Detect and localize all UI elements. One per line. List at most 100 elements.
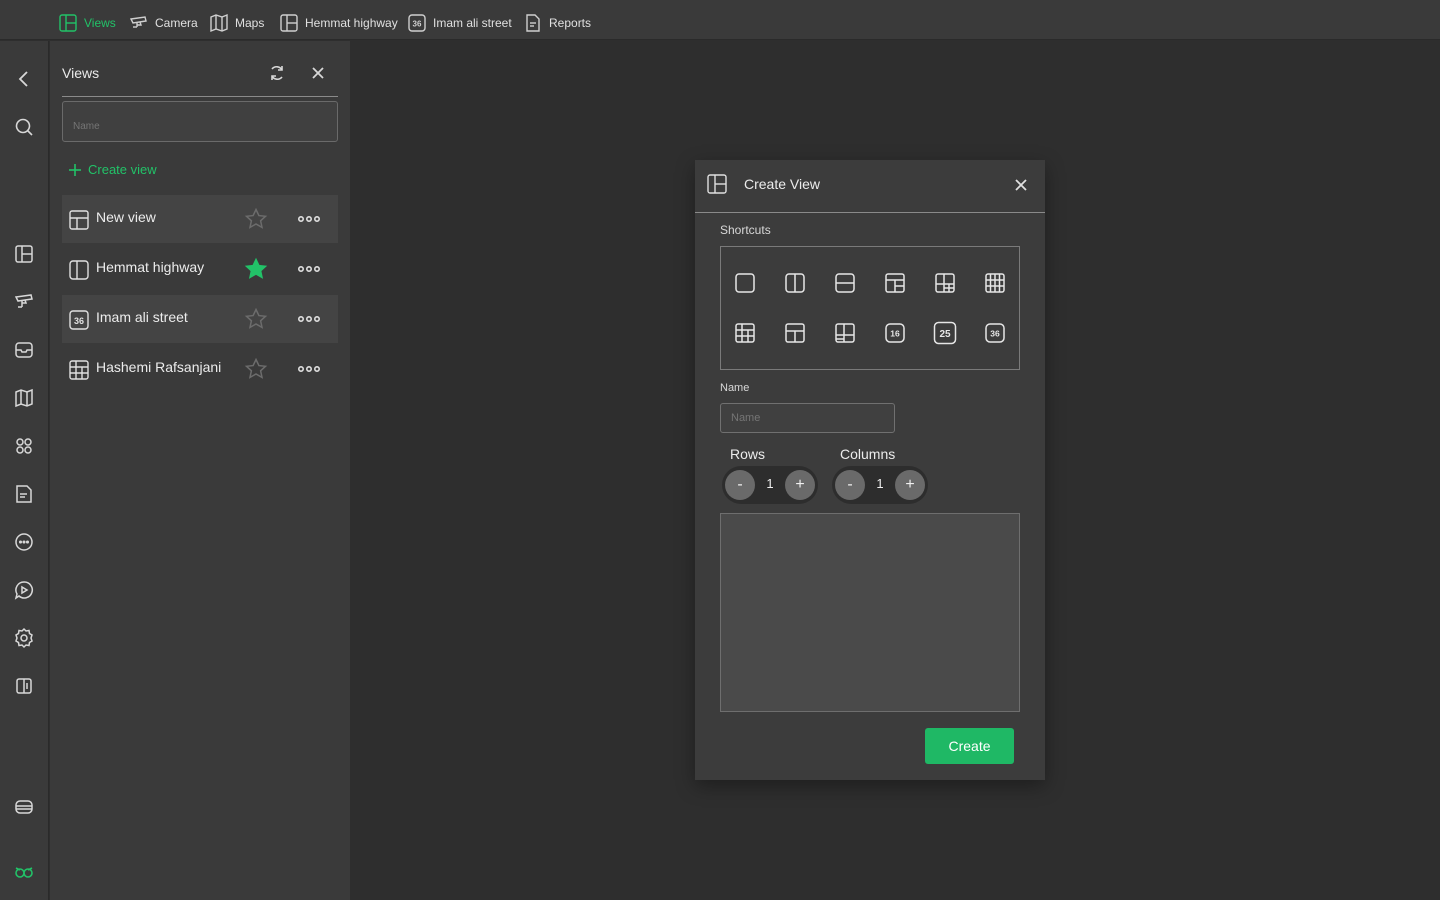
logo-icon[interactable] (12, 860, 36, 884)
layout-grid-small-icon[interactable] (733, 321, 757, 345)
top-tab-bar: Views Camera Maps Hemmat highway 36 Imam… (0, 0, 1440, 40)
close-icon[interactable] (308, 63, 328, 83)
layout-icon (280, 14, 298, 32)
exit-icon[interactable] (12, 674, 36, 698)
svg-text:16: 16 (890, 329, 900, 339)
layout-2col-icon (69, 260, 89, 280)
back-icon[interactable] (12, 67, 36, 91)
rows-stepper: - 1 + (722, 466, 818, 504)
shortcuts-grid: 16 25 36 (720, 246, 1020, 370)
map-icon (210, 13, 228, 33)
view-label: New view (96, 209, 156, 225)
panel-title: Views (62, 65, 100, 81)
rows-value: 1 (766, 476, 774, 491)
layout-left-split-icon[interactable] (833, 321, 857, 345)
more-options-icon[interactable] (296, 209, 322, 229)
layout-icon[interactable] (12, 242, 36, 266)
view-label: Imam ali street (96, 309, 188, 325)
svg-text:36: 36 (74, 316, 84, 326)
search-input[interactable] (62, 101, 338, 142)
view-label: Hashemi Rafsanjani (96, 359, 222, 375)
columns-label: Columns (840, 446, 896, 462)
grid-9-icon (69, 360, 89, 380)
rows-label: Rows (730, 446, 766, 462)
chat-icon[interactable] (12, 530, 36, 554)
layout-2col-icon[interactable] (783, 271, 807, 295)
cctv-camera-icon (129, 16, 147, 28)
tab-label: Maps (235, 16, 265, 30)
tab-views[interactable]: Views (58, 12, 116, 34)
name-label: Name (720, 382, 750, 394)
tab-label: Hemmat highway (305, 16, 398, 30)
apps-icon[interactable] (12, 434, 36, 458)
report-icon (526, 14, 540, 32)
rows-increment-button[interactable]: + (785, 470, 815, 500)
layout-top-split-icon[interactable] (883, 271, 907, 295)
device-icon[interactable] (12, 795, 36, 819)
search-icon[interactable] (12, 115, 36, 139)
tab-label: Camera (155, 16, 198, 30)
refresh-icon[interactable] (267, 63, 287, 83)
view-item-new-view[interactable]: New view (62, 195, 338, 243)
view-item-hemmat-highway[interactable]: Hemmat highway (62, 245, 338, 293)
create-view-button[interactable]: Create view (68, 162, 157, 177)
report-icon[interactable] (12, 482, 36, 506)
star-outline-icon[interactable] (244, 207, 268, 231)
svg-text:36: 36 (990, 329, 1000, 339)
more-options-icon[interactable] (296, 259, 322, 279)
grid-25-icon[interactable]: 25 (933, 321, 957, 345)
columns-value: 1 (876, 476, 884, 491)
layout-3-icon (69, 210, 89, 230)
columns-stepper: - 1 + (832, 466, 928, 504)
svg-text:25: 25 (939, 329, 951, 340)
star-filled-icon[interactable] (244, 257, 268, 281)
tab-camera[interactable]: Camera (129, 12, 198, 34)
grid-36-icon: 36 (408, 14, 426, 32)
name-field[interactable] (720, 403, 895, 433)
create-view-dialog: Create View Shortcuts 16 25 36 Name Rows… (695, 160, 1045, 780)
layout-mixed-icon[interactable] (933, 271, 957, 295)
divider (695, 212, 1045, 213)
tab-reports[interactable]: Reports (523, 12, 591, 34)
grid-16-icon[interactable]: 16 (883, 321, 907, 345)
view-item-imam-ali-street[interactable]: 36 Imam ali street (62, 295, 338, 343)
close-icon[interactable] (1011, 175, 1031, 195)
map-icon[interactable] (12, 386, 36, 410)
more-options-icon[interactable] (296, 309, 322, 329)
layout-grid-icon[interactable] (983, 271, 1007, 295)
gear-icon[interactable] (12, 626, 36, 650)
columns-increment-button[interactable]: + (895, 470, 925, 500)
grid-36-icon: 36 (69, 310, 89, 330)
rows-decrement-button[interactable]: - (725, 470, 755, 500)
inbox-icon[interactable] (12, 338, 36, 362)
divider (62, 96, 338, 97)
layout-icon (707, 174, 727, 194)
star-outline-icon[interactable] (244, 357, 268, 381)
layout-icon (59, 14, 77, 32)
svg-text:36: 36 (413, 20, 422, 29)
layout-1x1-icon[interactable] (733, 271, 757, 295)
view-item-hashemi-rafsanjani[interactable]: Hashemi Rafsanjani (62, 345, 338, 393)
more-options-icon[interactable] (296, 359, 322, 379)
video-chat-icon[interactable] (12, 578, 36, 602)
create-button[interactable]: Create (925, 728, 1014, 764)
left-rail (0, 41, 49, 900)
star-outline-icon[interactable] (244, 307, 268, 331)
tab-hemmat-highway[interactable]: Hemmat highway (279, 12, 398, 34)
layout-header-split-icon[interactable] (783, 321, 807, 345)
tab-label: Reports (549, 16, 592, 30)
layout-2row-icon[interactable] (833, 271, 857, 295)
views-panel: Views Create view New view Hemmat highwa… (50, 41, 350, 900)
view-label: Hemmat highway (96, 259, 205, 275)
create-view-label: Create view (88, 162, 157, 177)
tab-label: Imam ali street (433, 16, 512, 30)
grid-36-icon[interactable]: 36 (983, 321, 1007, 345)
plus-icon (69, 163, 81, 176)
tab-imam-ali-street[interactable]: 36 Imam ali street (407, 12, 512, 34)
shortcuts-label: Shortcuts (720, 223, 771, 237)
columns-decrement-button[interactable]: - (835, 470, 865, 500)
cctv-camera-icon[interactable] (12, 290, 36, 314)
tab-label: Views (84, 16, 116, 30)
dialog-title: Create View (744, 176, 821, 192)
tab-maps[interactable]: Maps (209, 12, 264, 34)
